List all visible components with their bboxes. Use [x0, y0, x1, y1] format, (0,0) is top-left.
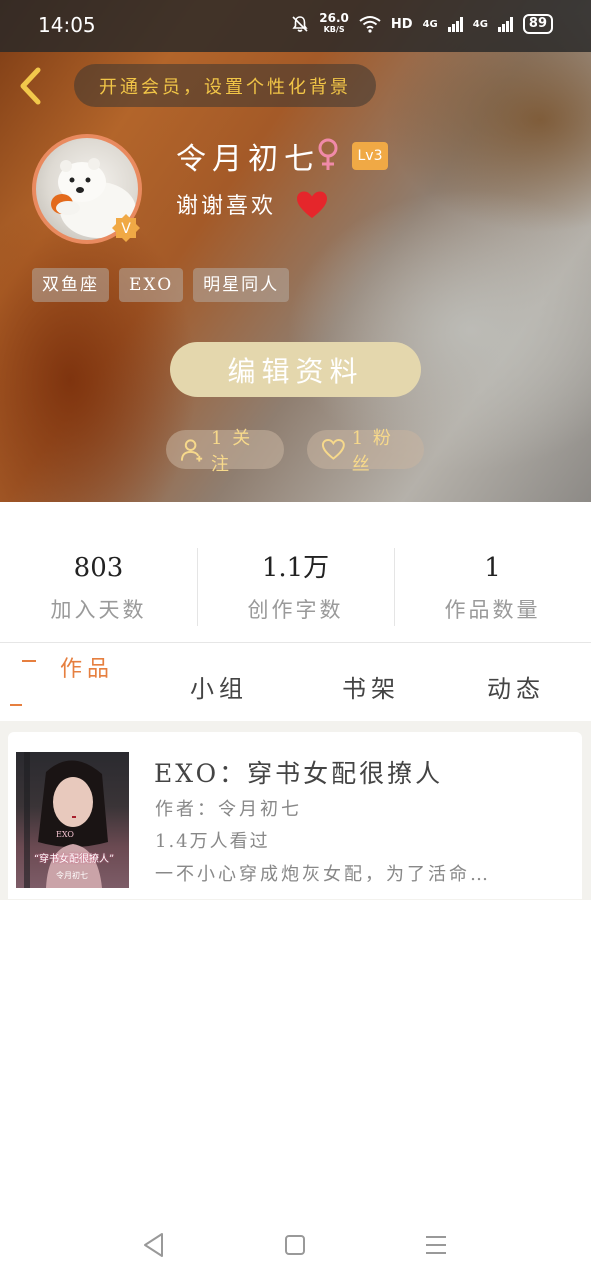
level-badge: Lv3	[352, 142, 388, 170]
status-time: 14:05	[38, 13, 96, 37]
book-author: 作者：令月初七	[155, 799, 302, 820]
tag-exo[interactable]: EXO	[119, 268, 184, 302]
stat-label: 作品数量	[444, 598, 541, 622]
back-triangle-icon[interactable]	[140, 1230, 170, 1260]
stat-value: 803	[73, 553, 124, 583]
fans-button[interactable]: 1 粉丝	[307, 428, 424, 475]
wifi-icon	[359, 16, 381, 33]
user-signature: 谢谢喜欢	[176, 194, 277, 219]
tab-indicator-dash	[10, 704, 22, 706]
signal-icon-2	[497, 16, 513, 32]
following-label: 1 关注	[211, 427, 253, 475]
home-square-icon[interactable]	[280, 1230, 310, 1260]
tag-zodiac[interactable]: 双鱼座	[32, 268, 109, 302]
fans-label: 1 粉丝	[351, 427, 393, 475]
stat-label: 创作字数	[247, 598, 344, 622]
net-speed: 26.0 KB/S	[319, 12, 349, 36]
battery-indicator: 89	[522, 14, 553, 34]
status-icons: 26.0 KB/S HD 4G 4G 89	[291, 12, 553, 36]
add-user-icon	[180, 438, 203, 462]
status-bar: 14:05 26.0 KB/S HD 4G 4G 89	[0, 0, 591, 52]
stats-row: 803 加入天数 1.1万 创作字数 1 作品数量	[0, 548, 591, 628]
edit-profile-button[interactable]: 编辑资料	[170, 342, 421, 397]
stat-works-count: 1 作品数量	[394, 548, 591, 628]
stat-days-joined: 803 加入天数	[0, 548, 197, 628]
heart-outline-icon	[321, 438, 345, 460]
book-read-count: 1.4万人看过	[155, 831, 270, 852]
hd-label: HD	[390, 16, 413, 32]
signal-icon-1	[447, 16, 463, 32]
book-description: 一不小心穿成炮灰女配，为了活命…	[155, 864, 491, 885]
heart-icon	[297, 191, 327, 218]
cover-text-author: 令月初七	[56, 871, 88, 880]
verified-badge-icon: V	[112, 214, 140, 242]
tab-indicator-dash	[22, 660, 36, 662]
tab-bookshelf[interactable]: 书架	[342, 669, 400, 704]
net-speed-unit: KB/S	[323, 25, 345, 34]
network-label-1: 4G	[422, 18, 438, 30]
tab-works[interactable]: 作品	[60, 651, 114, 683]
stat-words-written: 1.1万 创作字数	[197, 548, 394, 628]
cover-text-top: EXO	[56, 830, 74, 839]
vip-banner-button[interactable]: 开通会员，设置个性化背景	[74, 64, 376, 107]
user-tags: 双鱼座 EXO 明星同人	[32, 268, 290, 302]
book-cover[interactable]: EXO “穿书女配很撩人” 令月初七	[16, 752, 129, 888]
tab-groups[interactable]: 小组	[190, 669, 248, 704]
mute-bell-icon	[292, 16, 308, 32]
stat-label: 加入天数	[50, 598, 147, 622]
book-title[interactable]: EXO：穿书女配很撩人	[154, 754, 443, 790]
stat-value: 1.1万	[261, 553, 330, 583]
network-label-2: 4G	[472, 18, 488, 30]
system-nav-bar	[0, 1210, 591, 1280]
menu-lines-icon[interactable]	[421, 1230, 451, 1260]
username: 令月初七	[176, 142, 320, 177]
tag-celebrity-fanfic[interactable]: 明星同人	[193, 268, 290, 302]
following-button[interactable]: 1 关注	[166, 428, 284, 475]
female-gender-icon	[318, 138, 338, 170]
cover-text-main: “穿书女配很撩人”	[33, 854, 115, 865]
profile-tabs: 作品 小组 书架 动态	[0, 643, 591, 721]
stat-value: 1	[484, 553, 501, 583]
tab-activity[interactable]: 动态	[487, 669, 545, 704]
profile-header: 14:05 26.0 KB/S HD 4G 4G 89 开通会员，设置个性化背景…	[0, 0, 591, 502]
back-arrow-icon[interactable]	[16, 66, 46, 106]
net-speed-value: 26.0	[319, 11, 349, 25]
svg-text:V: V	[121, 221, 131, 237]
book-cover-art	[24, 752, 108, 888]
